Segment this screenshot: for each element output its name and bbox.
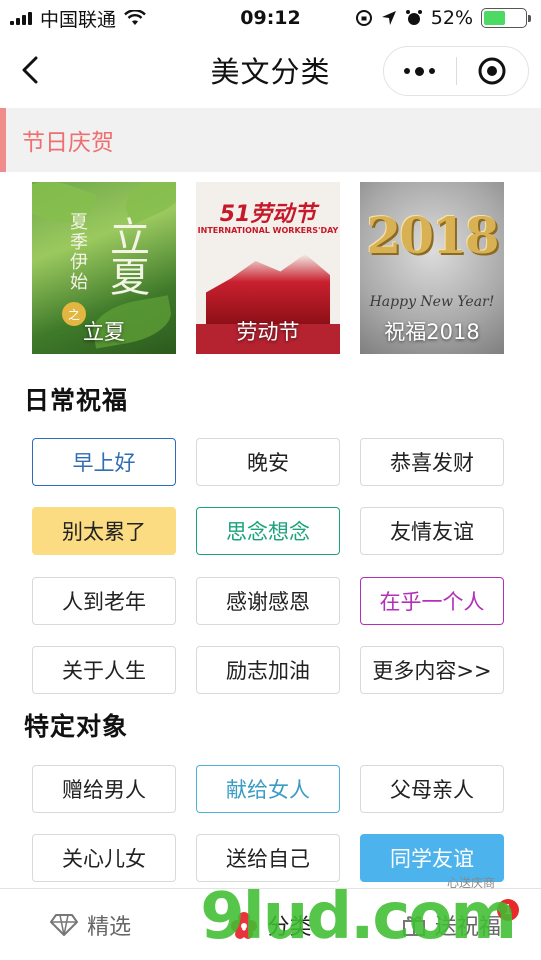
tag-button[interactable]: 晚安	[196, 438, 340, 486]
featured-caption: 祝福2018	[384, 320, 480, 344]
featured-card-labor-day[interactable]: 51劳动节 INTERNATIONAL WORKERS'DAY 劳动节	[196, 182, 340, 354]
flower-icon	[231, 911, 258, 939]
daily-section-title: 日常祝福	[24, 386, 129, 415]
close-program-button[interactable]	[457, 47, 529, 95]
battery-icon	[481, 8, 531, 28]
tab-send-wishes[interactable]: 送祝福 1	[361, 889, 541, 960]
rotation-lock-icon	[355, 10, 372, 26]
lixia-big-text: 立夏	[103, 216, 149, 296]
tag-button[interactable]: 关于人生	[32, 646, 176, 694]
tag-button[interactable]: 早上好	[32, 438, 176, 486]
page-title: 美文分类	[210, 55, 331, 89]
festival-section-label: 节日庆贺	[22, 130, 114, 156]
specific-section-title: 特定对象	[24, 712, 129, 741]
more-dots-icon	[404, 66, 436, 76]
nav-bar: 美文分类	[0, 36, 541, 104]
tab-label: 送祝福	[434, 914, 501, 940]
tag-button[interactable]: 思念想念	[196, 507, 340, 555]
tag-button[interactable]: 友情友谊	[360, 507, 504, 555]
alarm-icon	[405, 10, 422, 25]
featured-caption: 劳动节	[236, 320, 300, 344]
wifi-icon	[124, 10, 146, 26]
more-content-button[interactable]: 更多内容>>	[360, 646, 504, 694]
more-button[interactable]	[384, 47, 456, 95]
mini-program-capsule	[383, 46, 529, 96]
tag-button[interactable]: 恭喜发财	[360, 438, 504, 486]
target-circle-icon	[478, 57, 506, 85]
tag-button[interactable]: 关心儿女	[32, 834, 176, 882]
labor-day-art-title: 51劳动节	[219, 202, 317, 227]
status-right: 52%	[355, 7, 531, 29]
location-icon	[381, 11, 396, 25]
tag-button[interactable]: 送给自己	[196, 834, 340, 882]
new-year-art-greeting: Happy New Year!	[369, 294, 495, 310]
tab-label: 精选	[87, 914, 132, 940]
carrier-name: 中国联通	[40, 8, 117, 31]
tab-featured[interactable]: 精选	[0, 889, 180, 960]
tag-button[interactable]: 励志加油	[196, 646, 340, 694]
tag-button[interactable]: 同学友谊	[360, 834, 504, 882]
chevron-left-icon	[22, 56, 38, 84]
tag-button[interactable]: 别太累了	[32, 507, 176, 555]
tab-label: 分类	[267, 914, 312, 940]
tag-button[interactable]: 父母亲人	[360, 765, 504, 813]
featured-card-2018[interactable]: 2018 Happy New Year! 祝福2018	[360, 182, 504, 354]
status-bar: 中国联通 09:12 52%	[0, 0, 541, 36]
diamond-icon	[50, 913, 79, 936]
notification-badge: 1	[496, 899, 519, 921]
featured-caption: 立夏	[83, 320, 125, 344]
bottom-tab-bar: 精选 分类 送祝福 1	[0, 888, 541, 960]
signal-icon	[10, 11, 32, 25]
labor-day-art-subtitle: INTERNATIONAL WORKERS'DAY	[197, 226, 339, 235]
festival-section-header: 节日庆贺	[0, 108, 541, 172]
tag-button[interactable]: 在乎一个人	[360, 577, 504, 625]
gift-icon	[402, 915, 425, 936]
tag-button[interactable]: 人到老年	[32, 577, 176, 625]
tag-button[interactable]: 赠给男人	[32, 765, 176, 813]
tag-button[interactable]: 献给女人	[196, 765, 340, 813]
lixia-vertical-text: 夏季伊始	[67, 212, 88, 292]
battery-percent: 52%	[430, 7, 473, 29]
back-button[interactable]	[12, 52, 48, 88]
featured-card-lixia[interactable]: 夏季伊始 立夏 之 立夏	[32, 182, 176, 354]
new-year-art-year: 2018	[366, 206, 499, 265]
tag-button[interactable]: 感谢感恩	[196, 577, 340, 625]
labor-day-art-figure	[206, 254, 330, 324]
tab-category[interactable]: 分类	[180, 889, 360, 960]
status-left: 中国联通	[10, 5, 146, 32]
